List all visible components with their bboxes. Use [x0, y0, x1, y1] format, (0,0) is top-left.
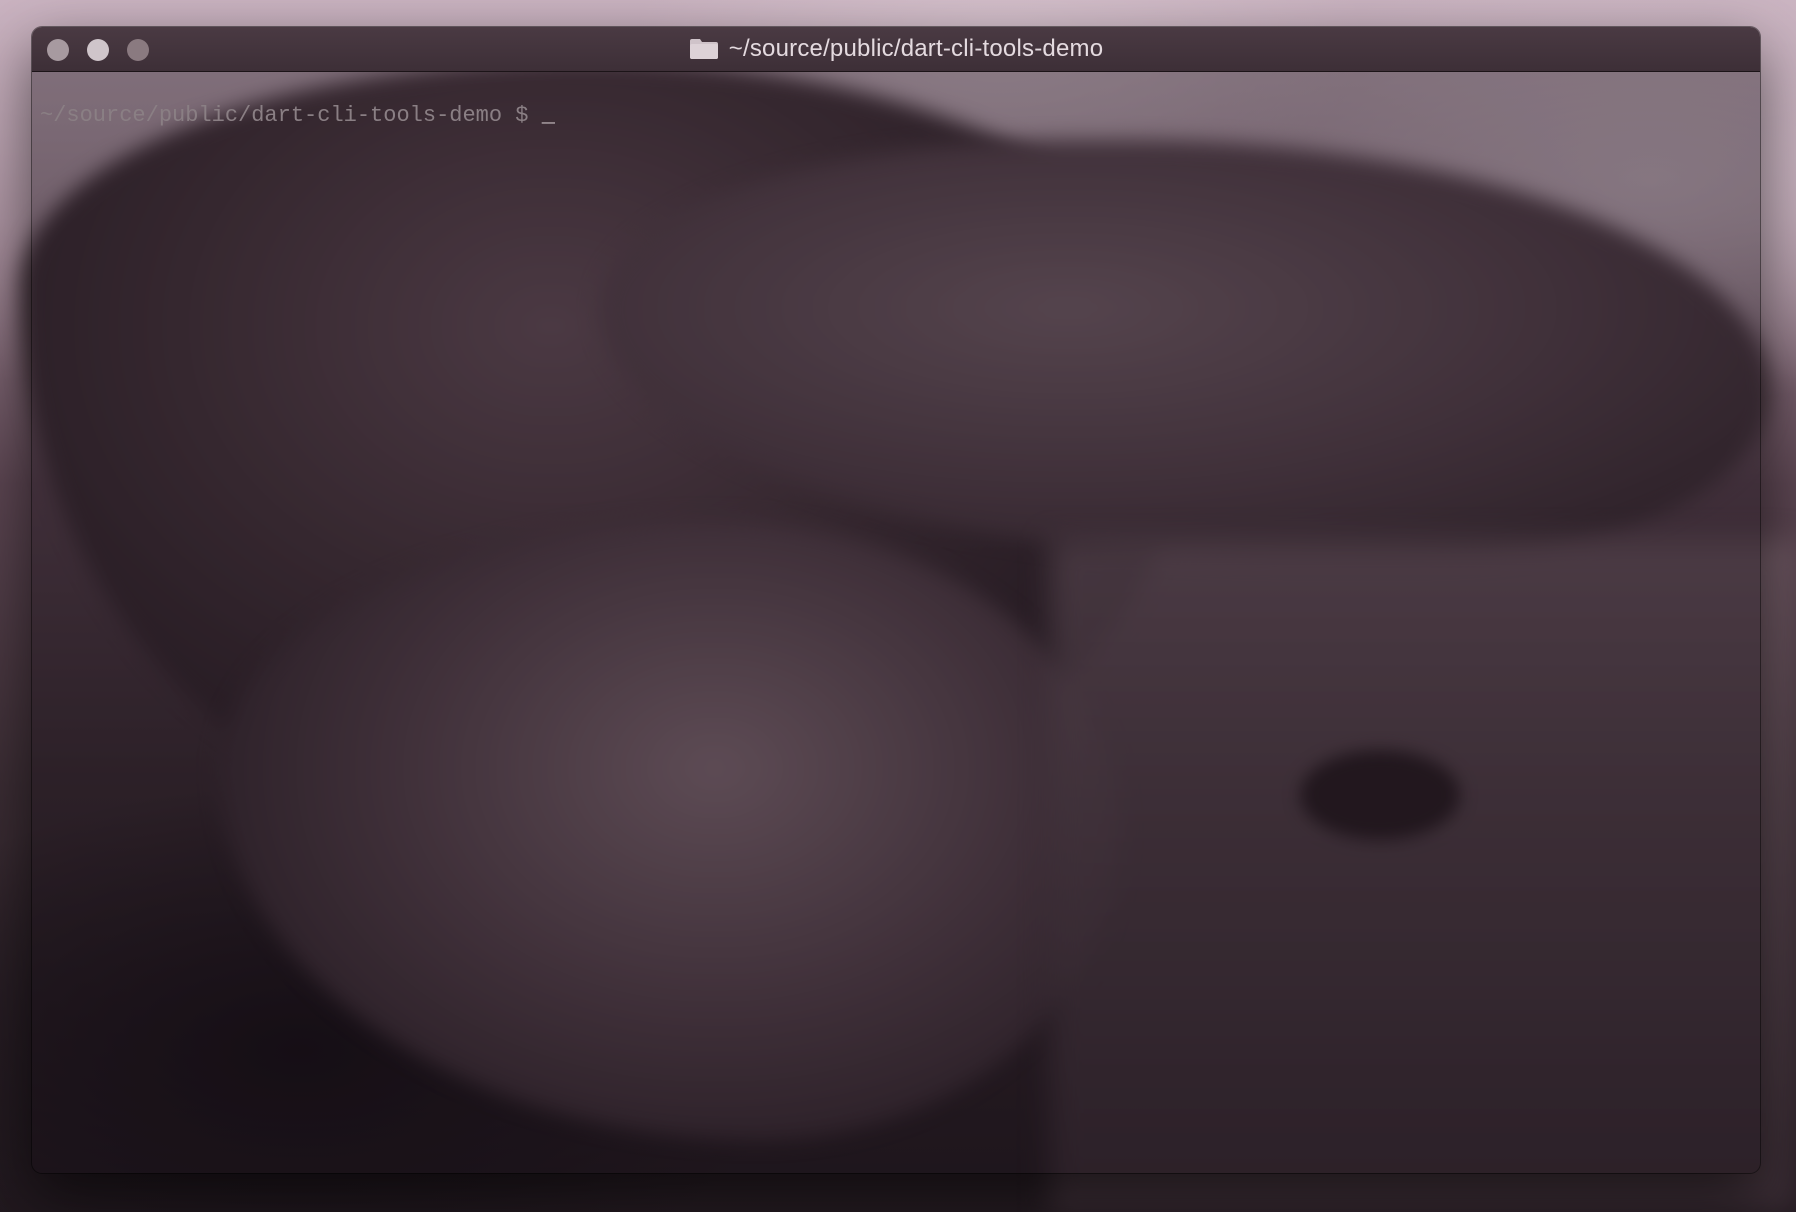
text-cursor: _ — [541, 103, 555, 128]
shell-prompt: ~/source/public/dart-cli-tools-demo $ — [40, 103, 542, 128]
window-title: ~/source/public/dart-cli-tools-demo — [728, 35, 1104, 62]
window-title-group: ~/source/public/dart-cli-tools-demo — [32, 27, 1760, 71]
shell-prompt-line: ~/source/public/dart-cli-tools-demo $ _ — [40, 102, 555, 130]
folder-icon — [689, 39, 718, 59]
terminal-content[interactable]: ~/source/public/dart-cli-tools-demo $ _ — [32, 72, 1760, 1173]
window-titlebar[interactable]: ~/source/public/dart-cli-tools-demo — [32, 27, 1760, 72]
terminal-window[interactable]: ~/source/public/dart-cli-tools-demo ~/so… — [32, 27, 1760, 1173]
